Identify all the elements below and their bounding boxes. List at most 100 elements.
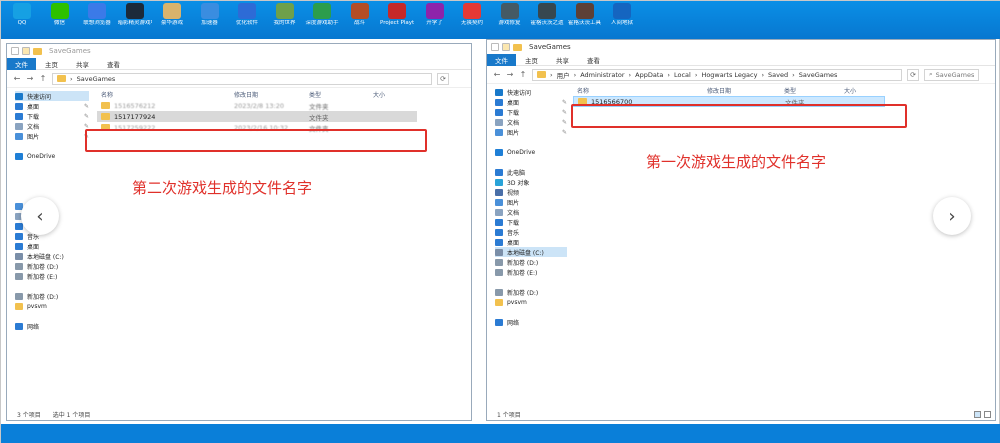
picture-icon [495, 198, 503, 206]
sidebar-item[interactable]: OneDrive [15, 151, 89, 161]
column-date[interactable]: 修改日期 [234, 90, 309, 99]
desktop-shortcut[interactable]: 霍格沃茨之遗 [530, 3, 564, 26]
tab-home[interactable]: 主页 [516, 55, 547, 65]
desktop-shortcut[interactable]: 无畏契约 [455, 3, 489, 26]
sidebar-item[interactable]: 网络 [495, 317, 567, 327]
file-row[interactable]: 1516576212 2023/2/8 13:20 文件夹 [97, 100, 417, 111]
tab-file[interactable]: 文件 [7, 57, 36, 70]
sidebar-item[interactable]: 图片 ✎ [15, 131, 89, 141]
desktop-shortcut[interactable]: 联想浏览器 [80, 3, 114, 26]
sidebar-item[interactable]: 文档 [495, 207, 567, 217]
sidebar-item[interactable]: 本地磁盘 (C:) [15, 251, 89, 261]
sidebar-item[interactable]: 文档 ✎ [495, 117, 567, 127]
desktop-shortcut[interactable]: 加速器 [193, 3, 227, 26]
previous-image-button[interactable]: ‹ [21, 197, 59, 235]
column-name[interactable]: 名称 [573, 86, 707, 95]
tab-share[interactable]: 共享 [547, 55, 578, 65]
details-view-icon[interactable] [974, 411, 981, 418]
breadcrumb-segment[interactable]: AppData [635, 71, 663, 79]
tab-file[interactable]: 文件 [487, 53, 516, 66]
tab-view[interactable]: 查看 [578, 55, 609, 65]
breadcrumb-segment[interactable]: SaveGames [799, 71, 838, 79]
refresh-icon[interactable]: ⟳ [907, 68, 919, 81]
column-type[interactable]: 类型 [309, 90, 373, 99]
column-size[interactable]: 大小 [373, 90, 413, 99]
sidebar-item[interactable]: 快速访问 [15, 91, 89, 101]
search-input[interactable]: ⌕ SaveGames [924, 68, 979, 81]
sidebar-item[interactable]: 此电脑 [495, 167, 567, 177]
sidebar-item[interactable]: pvsvm [15, 301, 89, 311]
refresh-icon[interactable]: ⟳ [437, 72, 449, 85]
tab-view[interactable]: 查看 [98, 59, 129, 69]
sidebar-item[interactable]: 下载 [495, 217, 567, 227]
sidebar-item[interactable]: 新加卷 (E:) [495, 267, 567, 277]
desktop-shortcut[interactable]: 霍格沃茨工具 [568, 3, 602, 26]
sidebar-item[interactable]: 新加卷 (D:) [15, 261, 89, 271]
folder-icon [33, 47, 42, 55]
column-size[interactable]: 大小 [844, 86, 884, 95]
sidebar-item[interactable]: 下载 ✎ [495, 107, 567, 117]
tab-home[interactable]: 主页 [36, 59, 67, 69]
desktop-shortcut[interactable]: 人间地狱 [605, 3, 639, 26]
sidebar-item[interactable]: 桌面 ✎ [15, 101, 89, 111]
sidebar-item[interactable]: 新加卷 (E:) [15, 271, 89, 281]
desktop-shortcut[interactable]: 暗影精灵游戏中心 [118, 3, 152, 26]
quick-access-toolbar-icon[interactable] [11, 47, 19, 55]
desktop-shortcut[interactable]: 优化软件 [230, 3, 264, 26]
breadcrumb-segment[interactable]: Administrator [580, 71, 624, 79]
forward-arrow-icon[interactable]: → [506, 70, 514, 79]
desktop-shortcut[interactable]: 游戏修复 [493, 3, 527, 26]
breadcrumb-segment[interactable]: Hogwarts Legacy [701, 71, 757, 79]
sidebar-item[interactable]: 图片 ✎ [495, 127, 567, 137]
desktop-shortcut[interactable]: 微信 [43, 3, 77, 26]
sidebar-item[interactable]: 新加卷 (D:) [15, 291, 89, 301]
desktop-shortcut[interactable]: Project Playtime [380, 3, 414, 26]
star-icon [495, 88, 503, 96]
breadcrumb-segment[interactable]: Local [674, 71, 691, 79]
desktop-shortcut[interactable]: 开学了 [418, 3, 452, 26]
sidebar-item[interactable]: 快速访问 [495, 87, 567, 97]
sidebar-item[interactable]: 文档 ✎ [15, 121, 89, 131]
address-bar[interactable]: › 用户 › Administrator › AppData › Local › Hogwarts… [532, 68, 902, 81]
sidebar-item-label: 桌面 [507, 239, 520, 247]
sidebar-item[interactable]: 桌面 ✎ [495, 97, 567, 107]
back-arrow-icon[interactable]: ← [13, 74, 21, 83]
desktop-shortcut[interactable]: 战斗 [343, 3, 377, 26]
sidebar-item[interactable]: 音乐 [495, 227, 567, 237]
sidebar-item[interactable]: 3D 对象 [495, 177, 567, 187]
forward-arrow-icon[interactable]: → [26, 74, 34, 83]
breadcrumb-segment[interactable]: 用户 [557, 70, 570, 80]
column-name[interactable]: 名称 [97, 90, 234, 99]
file-row[interactable]: 1517177924 文件夹 [97, 111, 417, 122]
sidebar-item[interactable]: 桌面 [495, 237, 567, 247]
sidebar-item[interactable]: 新加卷 (D:) [495, 257, 567, 267]
sidebar-item[interactable]: 下载 ✎ [15, 111, 89, 121]
column-date[interactable]: 修改日期 [707, 86, 784, 95]
breadcrumb-segment[interactable]: Saved [768, 71, 788, 79]
next-image-button[interactable]: › [933, 197, 971, 235]
address-bar[interactable]: › SaveGames [52, 72, 432, 85]
desktop-shortcut[interactable]: 我的世界 [268, 3, 302, 26]
pin-icon: ✎ [561, 118, 567, 126]
sidebar-item[interactable]: 本地磁盘 (C:) [495, 247, 567, 257]
up-arrow-icon[interactable]: ↑ [39, 74, 47, 83]
sidebar-item[interactable]: 音乐 [15, 231, 89, 241]
sidebar-item[interactable]: 桌面 [15, 241, 89, 251]
properties-icon[interactable] [502, 43, 510, 51]
sidebar-item[interactable]: 新加卷 (D:) [495, 287, 567, 297]
column-type[interactable]: 类型 [784, 86, 844, 95]
quick-access-toolbar-icon[interactable] [491, 43, 499, 51]
desktop-shortcut[interactable]: 豪华游戏 [155, 3, 189, 26]
large-icons-view-icon[interactable] [984, 411, 991, 418]
back-arrow-icon[interactable]: ← [493, 70, 501, 79]
sidebar-item[interactable]: pvsvm [495, 297, 567, 307]
up-arrow-icon[interactable]: ↑ [519, 70, 527, 79]
sidebar-item[interactable]: OneDrive [495, 147, 567, 157]
properties-icon[interactable] [22, 47, 30, 55]
desktop-shortcut[interactable]: QQ [5, 3, 39, 26]
sidebar-item[interactable]: 网络 [15, 321, 89, 331]
sidebar-item[interactable]: 图片 [495, 197, 567, 207]
tab-share[interactable]: 共享 [67, 59, 98, 69]
desktop-shortcut[interactable]: 深度游戏助手 [305, 3, 339, 26]
sidebar-item[interactable]: 视频 [495, 187, 567, 197]
